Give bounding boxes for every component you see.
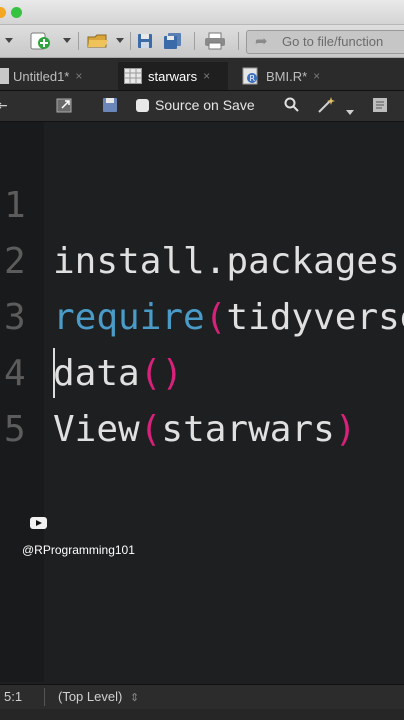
toolbar-divider: [238, 32, 239, 50]
new-file-icon[interactable]: [24, 31, 56, 51]
code-text: View(starwars): [53, 409, 357, 450]
open-dropdown-icon[interactable]: [114, 31, 126, 51]
back-dropdown-icon[interactable]: [0, 31, 18, 51]
toolbar-divider: [194, 32, 195, 50]
save-icon[interactable]: [134, 31, 156, 51]
editor-toolbar: ⇤ Source on Save: [0, 91, 404, 122]
go-to-file-function-input[interactable]: ➦ Go to file/function: [246, 30, 404, 54]
tab-label: starwars: [148, 68, 198, 84]
channel-handle: @RProgramming101: [22, 543, 135, 557]
print-icon[interactable]: [202, 31, 228, 51]
code-line: 3 data(): [0, 234, 183, 394]
line-number: 5: [4, 409, 26, 450]
toolbar-divider: [78, 32, 79, 50]
code-line: 1 install.packages: [0, 122, 400, 282]
tab-untitled1[interactable]: Untitled1* ×: [0, 62, 104, 90]
table-icon: [124, 68, 142, 84]
tab-label: BMI.R*: [266, 68, 308, 84]
code-editor[interactable]: 1 install.packages 2 require(tidyverse 3…: [0, 122, 404, 682]
open-folder-icon[interactable]: [84, 31, 112, 51]
status-divider: [44, 688, 45, 706]
main-toolbar: ➦ Go to file/function: [0, 25, 404, 58]
code-line: 2 require(tidyverse: [0, 178, 404, 338]
new-file-dropdown-icon[interactable]: [60, 31, 74, 51]
console-pane-edge: [0, 709, 404, 720]
code-line: 4 View(starwars): [0, 290, 356, 450]
save-all-icon[interactable]: [160, 31, 186, 51]
source-on-save-checkbox[interactable]: [136, 99, 149, 112]
go-to-arrow-icon: ➦: [255, 33, 268, 50]
code-tools-wand-icon[interactable]: [316, 96, 336, 117]
source-on-save-label: Source on Save: [155, 97, 255, 113]
scope-selector[interactable]: (Top Level) ⇕: [58, 689, 139, 704]
editor-status-bar: 5:1 (Top Level) ⇕: [0, 684, 404, 709]
code-tools-dropdown-icon[interactable]: [346, 103, 354, 119]
scope-label: (Top Level): [58, 689, 123, 704]
r-script-icon: [0, 68, 9, 84]
tab-bmi-r[interactable]: R BMI.R* ×: [236, 62, 346, 90]
minimize-window-button[interactable]: [0, 7, 6, 18]
compile-report-icon[interactable]: [372, 97, 388, 116]
find-icon[interactable]: [284, 97, 300, 116]
close-tab-icon[interactable]: ×: [75, 69, 82, 83]
code-text: require(tidyverse: [53, 297, 404, 338]
show-in-window-icon[interactable]: [56, 96, 74, 117]
cursor-position: 5:1: [4, 689, 23, 704]
youtube-icon: [30, 517, 47, 529]
scope-dropdown-icon: ⇕: [129, 692, 140, 704]
window-titlebar: [0, 0, 404, 25]
editor-tab-bar: Untitled1* × starwars × R BMI.R* ×: [0, 58, 404, 91]
nav-arrow-icon[interactable]: ⇤: [0, 97, 8, 114]
close-tab-icon[interactable]: ×: [203, 69, 210, 83]
text-cursor: [53, 348, 55, 398]
toolbar-divider: [130, 32, 131, 50]
close-tab-icon[interactable]: ×: [313, 69, 320, 83]
code-line: 5: [0, 346, 87, 450]
tab-label: Untitled1*: [13, 68, 70, 84]
zoom-window-button[interactable]: [11, 7, 22, 18]
code-text: install.packages: [53, 241, 400, 282]
r-script-icon: R: [242, 67, 258, 85]
tab-starwars[interactable]: starwars ×: [118, 62, 228, 90]
svg-text:R: R: [250, 74, 256, 83]
save-icon[interactable]: [102, 97, 118, 116]
go-to-placeholder: Go to file/function: [282, 34, 384, 49]
